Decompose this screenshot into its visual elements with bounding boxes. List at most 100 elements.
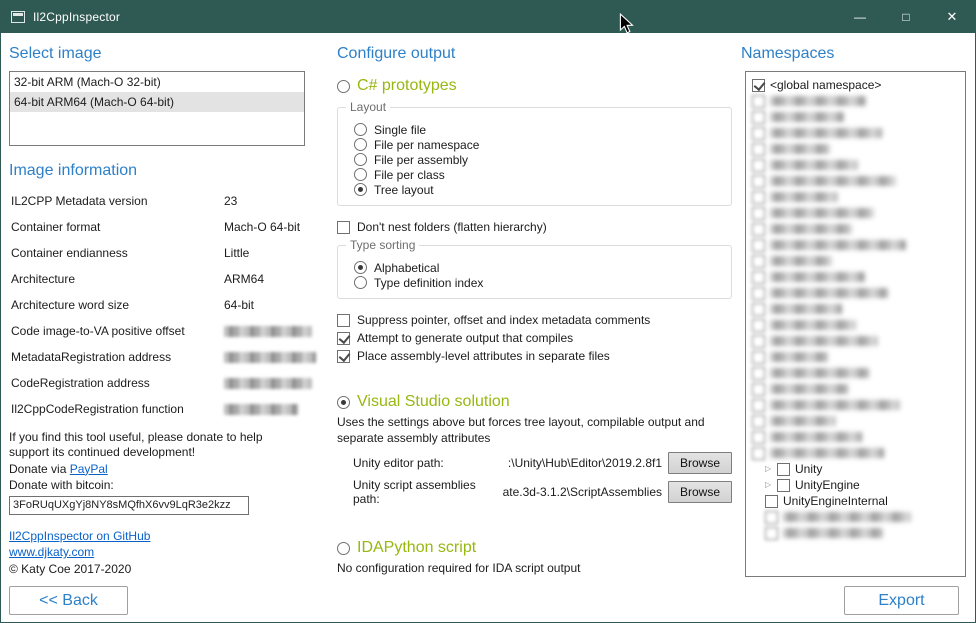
checkbox-icon[interactable] [752, 111, 765, 124]
output-option-row[interactable]: Attempt to generate output that compiles [337, 329, 732, 347]
namespace-row[interactable] [749, 445, 962, 461]
namespace-row[interactable] [749, 413, 962, 429]
layout-option[interactable]: Tree layout [354, 182, 721, 197]
namespace-row[interactable]: ▷ Unity [749, 461, 962, 477]
namespace-row[interactable] [749, 109, 962, 125]
browse-button[interactable]: Browse [668, 481, 732, 503]
checkbox-icon[interactable] [752, 207, 765, 220]
checkbox-icon[interactable] [752, 319, 765, 332]
checkbox-icon[interactable] [752, 287, 765, 300]
paypal-link[interactable]: PayPal [70, 462, 108, 476]
bitcoin-address-input[interactable] [9, 496, 249, 515]
namespace-row[interactable] [749, 317, 962, 333]
checkbox-icon[interactable] [752, 255, 765, 268]
checkbox-icon[interactable] [752, 159, 765, 172]
namespace-row[interactable] [749, 429, 962, 445]
namespace-row[interactable] [749, 333, 962, 349]
namespace-row[interactable] [749, 173, 962, 189]
namespace-row[interactable]: UnityEngineInternal [749, 493, 962, 509]
export-button[interactable]: Export [844, 586, 959, 615]
radio-icon[interactable] [354, 153, 367, 166]
layout-option[interactable]: File per namespace [354, 137, 721, 152]
radio-icon[interactable] [354, 168, 367, 181]
layout-option[interactable]: Single file [354, 122, 721, 137]
namespace-row[interactable] [749, 525, 962, 541]
checkbox-icon[interactable] [752, 223, 765, 236]
namespace-row[interactable] [749, 93, 962, 109]
output-option-row[interactable]: Place assembly-level attributes in separ… [337, 347, 732, 365]
checkbox-icon[interactable] [752, 191, 765, 204]
checkbox-icon[interactable] [752, 351, 765, 364]
minimize-button[interactable]: — [837, 1, 883, 33]
visual-studio-solution-radio[interactable]: Visual Studio solution [337, 393, 732, 411]
csharp-prototypes-radio[interactable]: C# prototypes [337, 77, 732, 95]
checkbox-icon[interactable] [752, 415, 765, 428]
title-bar[interactable]: Il2CppInspector — □ ✕ [1, 1, 975, 33]
checkbox-icon[interactable] [777, 479, 790, 492]
github-link[interactable]: Il2CppInspector on GitHub [9, 529, 150, 543]
expander-icon[interactable]: ▷ [765, 477, 777, 493]
image-listbox[interactable]: 32-bit ARM (Mach-O 32-bit) 64-bit ARM64 … [9, 71, 305, 146]
checkbox-icon[interactable] [752, 271, 765, 284]
layout-option[interactable]: File per class [354, 167, 721, 182]
checkbox-icon[interactable] [752, 447, 765, 460]
radio-icon[interactable] [354, 138, 367, 151]
checkbox-icon[interactable] [337, 221, 350, 234]
output-option-row[interactable]: Suppress pointer, offset and index metad… [337, 311, 732, 329]
type-sorting-option[interactable]: Alphabetical [354, 260, 721, 275]
browse-button[interactable]: Browse [668, 452, 732, 474]
namespace-row[interactable] [749, 221, 962, 237]
namespace-row[interactable] [749, 365, 962, 381]
namespace-row[interactable]: ▷ UnityEngine [749, 477, 962, 493]
close-button[interactable]: ✕ [929, 1, 975, 33]
namespace-row[interactable] [749, 141, 962, 157]
maximize-button[interactable]: □ [883, 1, 929, 33]
namespace-row[interactable] [749, 381, 962, 397]
namespace-row[interactable] [749, 253, 962, 269]
namespace-row[interactable] [749, 397, 962, 413]
radio-icon[interactable] [337, 542, 350, 555]
checkbox-icon[interactable] [752, 143, 765, 156]
checkbox-icon[interactable] [337, 350, 350, 363]
namespace-row[interactable] [749, 349, 962, 365]
image-list-item[interactable]: 64-bit ARM64 (Mach-O 64-bit) [10, 92, 304, 112]
checkbox-icon[interactable] [752, 95, 765, 108]
checkbox-icon[interactable] [337, 314, 350, 327]
checkbox-icon[interactable] [752, 127, 765, 140]
radio-icon[interactable] [354, 261, 367, 274]
namespaces-list[interactable]: <global namespace> [745, 71, 966, 577]
namespace-row[interactable] [749, 509, 962, 525]
back-button[interactable]: << Back [9, 586, 128, 615]
checkbox-icon[interactable] [337, 332, 350, 345]
flatten-checkbox-row[interactable]: Don't nest folders (flatten hierarchy) [337, 219, 732, 235]
radio-icon[interactable] [354, 183, 367, 196]
checkbox-icon[interactable] [752, 367, 765, 380]
checkbox-icon[interactable] [752, 399, 765, 412]
checkbox-icon[interactable] [752, 335, 765, 348]
namespace-row[interactable] [749, 157, 962, 173]
namespace-row[interactable] [749, 285, 962, 301]
website-link[interactable]: www.djkaty.com [9, 545, 94, 559]
namespace-row[interactable] [749, 189, 962, 205]
layout-option[interactable]: File per assembly [354, 152, 721, 167]
radio-icon[interactable] [337, 80, 350, 93]
namespace-row[interactable] [749, 301, 962, 317]
checkbox-icon[interactable] [752, 175, 765, 188]
path-field-value[interactable]: :\Unity\Hub\Editor\2019.2.8f1 [508, 456, 668, 470]
radio-icon[interactable] [354, 276, 367, 289]
checkbox-icon[interactable] [752, 79, 765, 92]
radio-icon[interactable] [354, 123, 367, 136]
checkbox-icon[interactable] [752, 383, 765, 396]
namespace-row[interactable] [749, 125, 962, 141]
type-sorting-option[interactable]: Type definition index [354, 275, 721, 290]
checkbox-icon[interactable] [765, 527, 778, 540]
idapython-script-radio[interactable]: IDAPython script [337, 539, 732, 557]
namespace-row[interactable] [749, 269, 962, 285]
expander-icon[interactable]: ▷ [765, 461, 777, 477]
namespace-row[interactable] [749, 205, 962, 221]
image-list-item[interactable]: 32-bit ARM (Mach-O 32-bit) [10, 72, 304, 92]
radio-icon[interactable] [337, 396, 350, 409]
checkbox-icon[interactable] [777, 463, 790, 476]
namespace-row[interactable]: <global namespace> [749, 77, 962, 93]
namespace-row[interactable] [749, 237, 962, 253]
